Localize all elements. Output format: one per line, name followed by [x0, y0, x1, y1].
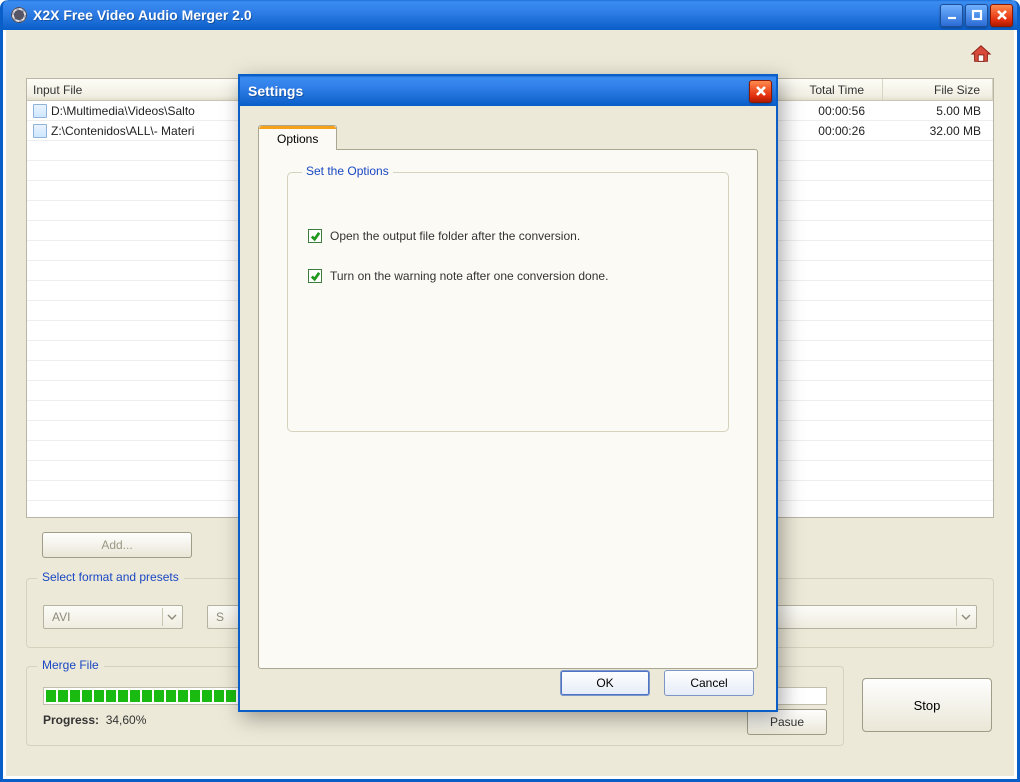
open-folder-label: Open the output file folder after the co…: [330, 229, 580, 243]
progress-word: Progress:: [43, 713, 99, 727]
merge-legend: Merge File: [37, 658, 104, 672]
file-icon: [33, 104, 47, 118]
main-titlebar[interactable]: X2X Free Video Audio Merger 2.0: [3, 0, 1017, 30]
window-title: X2X Free Video Audio Merger 2.0: [33, 7, 252, 23]
home-icon[interactable]: [970, 44, 992, 64]
settings-close-button[interactable]: [749, 80, 772, 103]
progress-label: Progress: 34,60%: [43, 713, 146, 727]
format-select[interactable]: AVI: [43, 605, 183, 629]
maximize-button[interactable]: [965, 4, 988, 27]
settings-title: Settings: [248, 83, 303, 99]
col-header-time[interactable]: Total Time: [763, 79, 883, 100]
settings-dialog: Settings Options Set the Options Open th…: [238, 74, 778, 712]
app-reel-icon: [11, 7, 27, 23]
close-button[interactable]: [990, 4, 1013, 27]
warning-note-label: Turn on the warning note after one conve…: [330, 269, 608, 283]
open-folder-checkbox[interactable]: [308, 229, 322, 243]
chevron-down-icon: [956, 608, 974, 626]
settings-titlebar[interactable]: Settings: [240, 76, 776, 106]
stop-button[interactable]: Stop: [862, 678, 992, 732]
pause-button[interactable]: Pasue: [747, 709, 827, 735]
cancel-button[interactable]: Cancel: [664, 670, 754, 696]
progress-value: 34,60%: [106, 713, 147, 727]
format-select-value: AVI: [52, 610, 70, 624]
warning-note-checkbox[interactable]: [308, 269, 322, 283]
col-header-size[interactable]: File Size: [883, 79, 993, 100]
options-legend: Set the Options: [302, 164, 393, 178]
file-icon: [33, 124, 47, 138]
minimize-button[interactable]: [940, 4, 963, 27]
tab-options[interactable]: Options: [258, 125, 337, 150]
ok-button[interactable]: OK: [560, 670, 650, 696]
preset-select-value: S: [216, 610, 224, 624]
chevron-down-icon: [162, 608, 180, 626]
format-legend: Select format and presets: [37, 570, 184, 584]
options-panel: Set the Options Open the output file fol…: [258, 149, 758, 669]
add-button[interactable]: Add...: [42, 532, 192, 558]
